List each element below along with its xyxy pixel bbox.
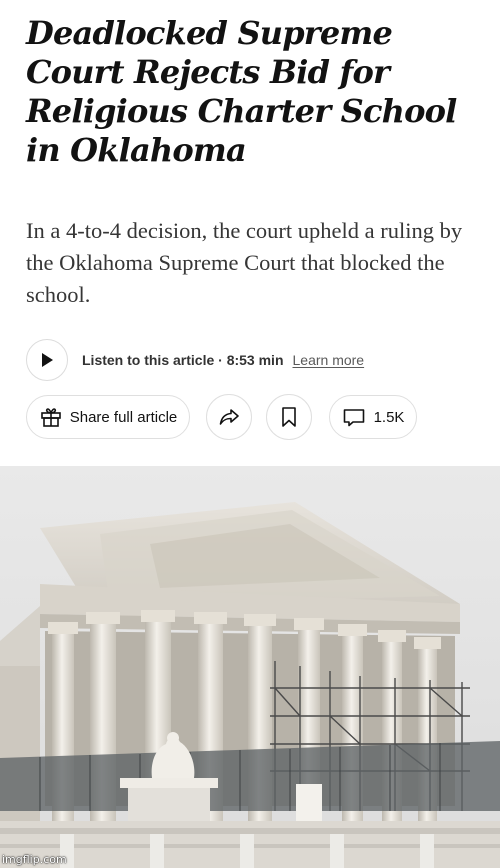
article-photo: imgflip.com <box>0 466 500 868</box>
gift-icon <box>40 408 61 427</box>
learn-more-link[interactable]: Learn more <box>293 352 365 368</box>
headline: Deadlocked Supreme Court Rejects Bid for… <box>26 14 457 169</box>
article-summary: In a 4-to-4 decision, the court upheld a… <box>26 218 463 307</box>
listen-bar: Listen to this article · 8:53 min Learn … <box>26 338 364 382</box>
play-icon <box>42 353 53 367</box>
save-button[interactable] <box>266 394 312 440</box>
article-header: Deadlocked Supreme Court Rejects Bid for… <box>0 0 500 466</box>
comment-icon <box>343 409 364 427</box>
listen-label[interactable]: Listen to this article · 8:53 min <box>82 352 284 368</box>
watermark: imgflip.com <box>2 853 67 866</box>
supreme-court-building-image <box>0 466 500 868</box>
comments-count: 1.5K <box>373 408 405 426</box>
share-button[interactable] <box>206 394 252 440</box>
play-button[interactable] <box>26 339 68 381</box>
share-full-article-button[interactable]: Share full article <box>26 395 190 439</box>
bookmark-icon <box>282 407 296 427</box>
share-arrow-icon <box>219 409 239 425</box>
share-label: Share full article <box>69 408 178 426</box>
comments-button[interactable]: 1.5K <box>329 395 417 439</box>
